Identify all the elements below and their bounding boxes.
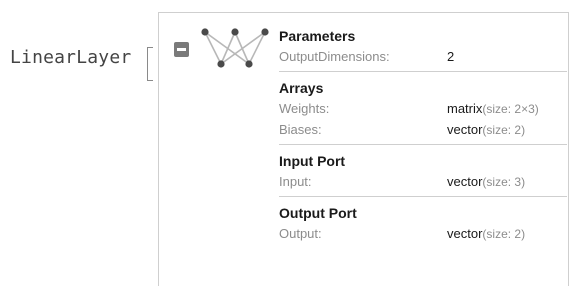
input-port-section: Input Port Input: vector(size: 3) bbox=[279, 152, 567, 197]
layer-head: LinearLayer bbox=[10, 47, 132, 68]
property-key: Output: bbox=[279, 226, 322, 241]
section-title: Parameters bbox=[279, 28, 356, 44]
property-value: vector(size: 2) bbox=[447, 122, 526, 137]
property-key: Input: bbox=[279, 174, 312, 189]
arrays-section: Arrays Weights: matrix(size: 2×3) Biases… bbox=[279, 79, 567, 145]
property-key: Biases: bbox=[279, 122, 322, 137]
collapse-toggle-icon[interactable] bbox=[174, 42, 189, 57]
property-value: vector(size: 3) bbox=[447, 174, 526, 189]
layer-summary-panel: Parameters OutputDimensions: 2 Arrays We… bbox=[158, 12, 569, 286]
property-row: Input: vector(size: 3) bbox=[279, 171, 567, 192]
output-port-section: Output Port Output: vector(size: 2) bbox=[279, 204, 567, 248]
parameters-section: Parameters OutputDimensions: 2 bbox=[279, 27, 567, 72]
property-row: OutputDimensions: 2 bbox=[279, 46, 567, 67]
property-value: matrix(size: 2×3) bbox=[447, 101, 539, 116]
property-value: vector(size: 2) bbox=[447, 226, 526, 241]
section-title: Arrays bbox=[279, 80, 324, 96]
open-bracket bbox=[147, 47, 153, 81]
section-title: Output Port bbox=[279, 205, 357, 221]
property-key: OutputDimensions: bbox=[279, 49, 390, 64]
property-row: Output: vector(size: 2) bbox=[279, 223, 567, 244]
neural-network-icon bbox=[201, 28, 269, 68]
section-title: Input Port bbox=[279, 153, 346, 169]
property-value: 2 bbox=[447, 49, 455, 64]
layer-properties: Parameters OutputDimensions: 2 Arrays We… bbox=[279, 27, 567, 255]
property-key: Weights: bbox=[279, 101, 330, 116]
property-row: Weights: matrix(size: 2×3) bbox=[279, 98, 567, 119]
property-row: Biases: vector(size: 2) bbox=[279, 119, 567, 140]
